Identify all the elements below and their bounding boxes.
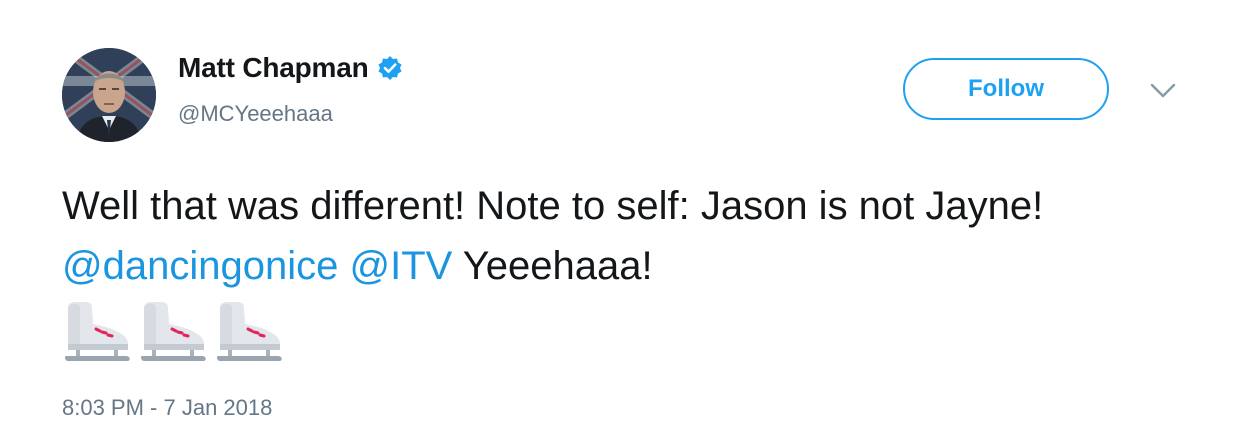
ice-skate-icon xyxy=(216,302,282,361)
emoji-row xyxy=(62,300,284,362)
verified-badge-icon xyxy=(377,55,403,81)
follow-button[interactable]: Follow xyxy=(903,58,1109,120)
avatar[interactable] xyxy=(62,48,156,142)
mention-itv-link[interactable]: @ITV xyxy=(349,244,452,288)
mention-dancingonice-link[interactable]: @dancingonice xyxy=(62,244,338,288)
tweet-timestamp[interactable]: 8:03 PM - 7 Jan 2018 xyxy=(62,395,272,421)
author-name[interactable]: Matt Chapman xyxy=(178,52,369,84)
tweet-text-segment: Yeeehaaa! xyxy=(452,244,653,288)
tweet-text-segment xyxy=(338,244,349,288)
author-name-row: Matt Chapman xyxy=(178,52,403,84)
tweet-text: Well that was different! Note to self: J… xyxy=(62,176,1202,296)
ice-skate-icon xyxy=(140,302,206,361)
ice-skate-icon xyxy=(64,302,130,361)
chevron-down-icon[interactable] xyxy=(1148,80,1178,102)
author-handle[interactable]: @MCYeeehaaa xyxy=(178,101,333,127)
tweet-text-segment: Well that was different! Note to self: J… xyxy=(62,184,1044,228)
